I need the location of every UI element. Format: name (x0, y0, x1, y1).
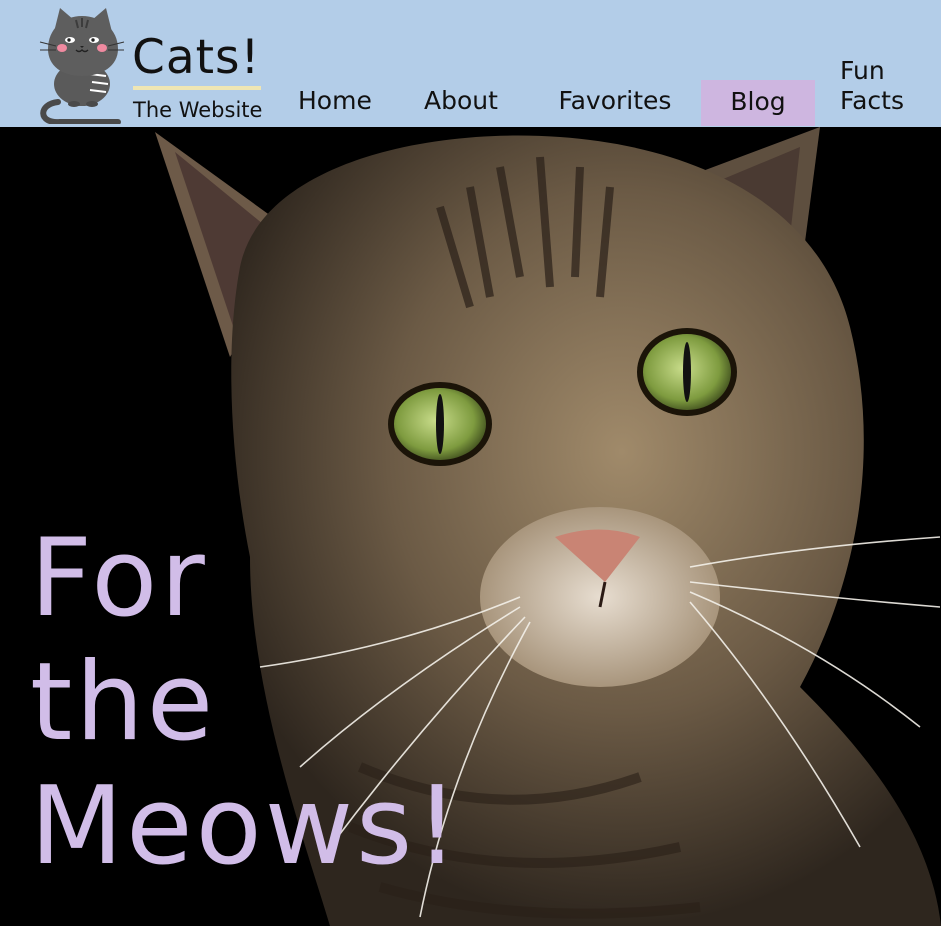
nav-about[interactable]: About (423, 86, 499, 116)
hero-tagline: For the Meows! (30, 516, 462, 889)
site-header: Cats! The Website Home About Favorites B… (0, 0, 941, 127)
nav-fun-facts[interactable]: Fun Facts (840, 56, 916, 116)
title-underline (133, 86, 261, 90)
site-title[interactable]: Cats! (132, 28, 260, 88)
hero-cat-image: For the Meows! (0, 127, 941, 926)
cartoon-cat-icon[interactable] (38, 4, 130, 126)
site-subtitle: The Website (133, 98, 263, 122)
nav-favorites[interactable]: Favorites (558, 86, 672, 116)
nav-blog[interactable]: Blog (701, 80, 815, 126)
nav-home[interactable]: Home (298, 86, 372, 116)
